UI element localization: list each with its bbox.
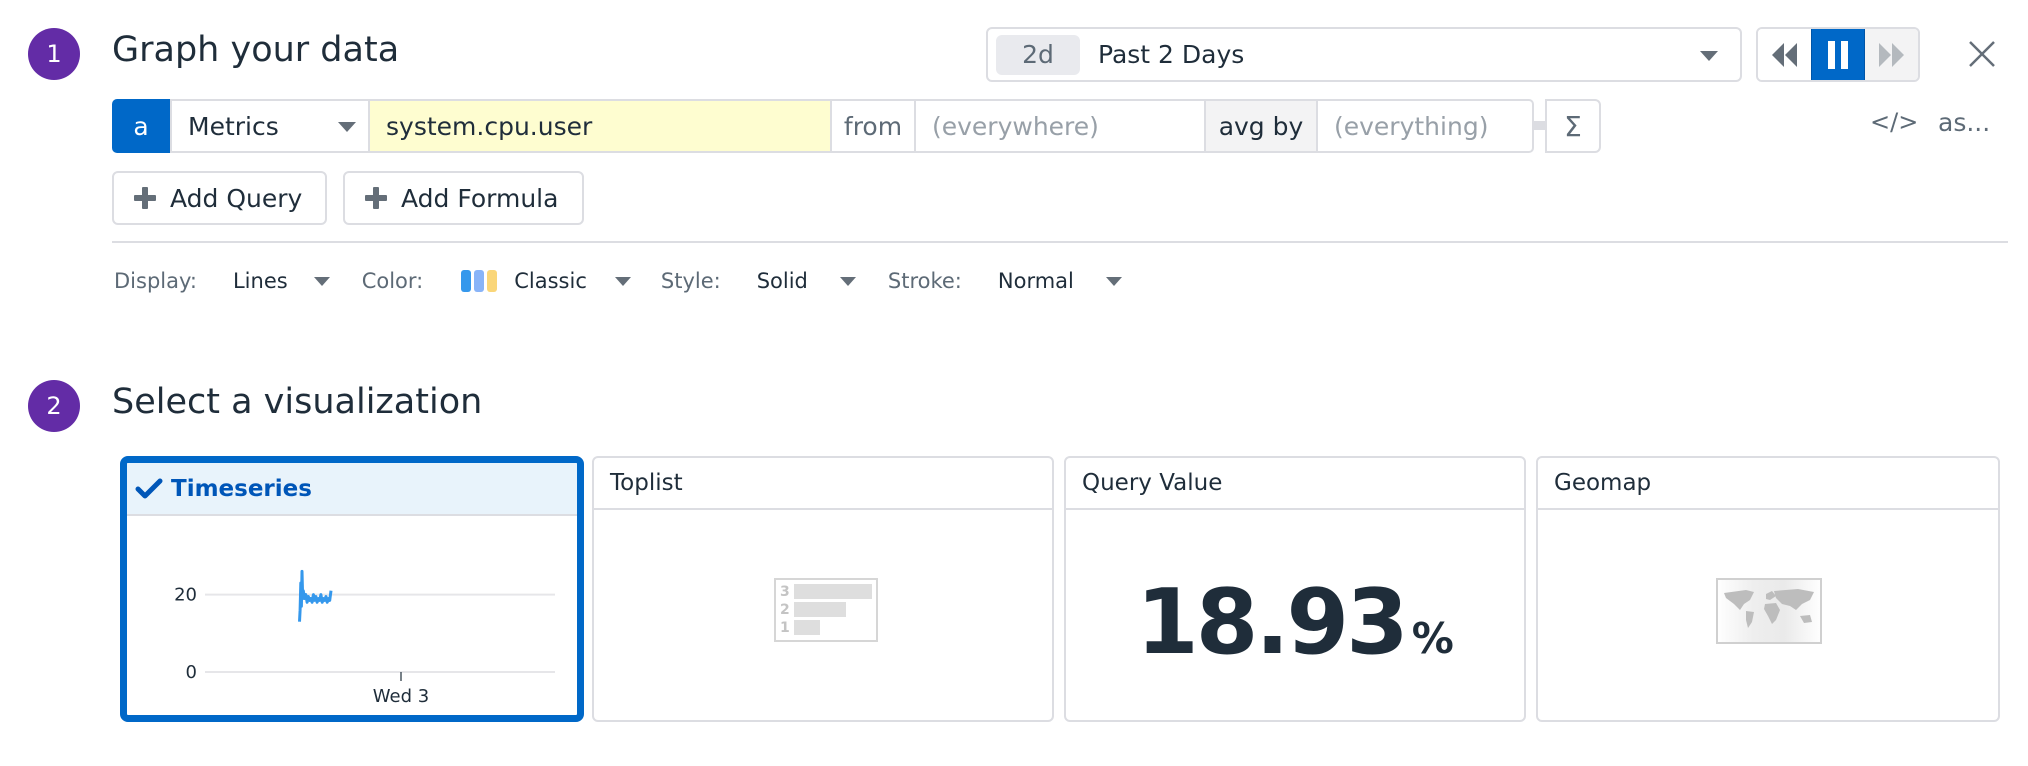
chevron-down-icon [313, 276, 330, 286]
add-query-label: Add Query [170, 183, 303, 213]
rewind-button[interactable] [1758, 29, 1812, 80]
chevron-down-icon [839, 276, 856, 286]
add-formula-button[interactable]: Add Formula [343, 171, 584, 225]
chevron-down-icon [1700, 51, 1718, 61]
data-source-select[interactable]: Metrics [170, 99, 370, 153]
display-value: Lines [232, 269, 288, 293]
palette-icon [461, 270, 500, 292]
checkmark-icon [135, 478, 163, 498]
add-query-button[interactable]: Add Query [112, 171, 327, 225]
time-range-selector[interactable]: 2d Past 2 Days [986, 27, 1742, 82]
card-title: Timeseries [171, 475, 312, 502]
pause-button[interactable] [1811, 29, 1865, 80]
function-button[interactable]: Σ [1545, 99, 1601, 153]
query-value-unit: % [1411, 614, 1454, 663]
display-select[interactable]: Lines [233, 269, 330, 293]
section-divider [112, 241, 2008, 243]
viz-card-query-value[interactable]: Query Value 18.93% [1064, 456, 1526, 722]
display-label: Display: [114, 269, 197, 293]
stroke-label: Stroke: [887, 269, 962, 293]
step-1-badge: 1 [28, 28, 80, 80]
close-button[interactable] [1962, 34, 2002, 74]
geomap-preview [1538, 510, 1998, 720]
step-2-title: Select a visualization [112, 382, 483, 422]
card-header: Toplist [594, 458, 1052, 510]
toplist-preview: 3 2 1 [594, 510, 1052, 720]
style-value: Solid [756, 269, 808, 293]
style-label: Style: [660, 269, 721, 293]
playback-controls [1756, 27, 1920, 82]
toplist-rank: 3 [780, 584, 790, 600]
sigma-icon: Σ [1564, 109, 1582, 143]
viz-card-geomap[interactable]: Geomap [1536, 456, 2000, 722]
card-title: Toplist [610, 470, 683, 496]
group-by-input[interactable]: (everything) [1318, 99, 1534, 153]
step-2-badge: 2 [28, 380, 80, 432]
time-range-label: Past 2 Days [1098, 40, 1245, 69]
toplist-bar [794, 620, 820, 635]
from-label: from [832, 99, 916, 153]
palette-swatch [487, 270, 498, 292]
step-number: 1 [46, 40, 62, 68]
toplist-icon: 3 2 1 [774, 578, 878, 642]
code-icon: </> [1870, 108, 1919, 136]
viz-card-timeseries[interactable]: Timeseries 20 0 Wed 3 [120, 456, 584, 722]
card-header: Timeseries [127, 463, 577, 516]
data-source-value: Metrics [188, 111, 279, 141]
color-select[interactable]: Classic [461, 269, 631, 293]
palette-swatch [461, 270, 472, 292]
fast-forward-icon [1879, 42, 1905, 67]
card-title: Query Value [1082, 470, 1223, 496]
timeseries-chart: 20 0 Wed 3 [174, 569, 555, 707]
query-letter[interactable]: a [112, 99, 170, 153]
plus-icon [134, 187, 156, 209]
alias-button[interactable]: as... [1938, 108, 1990, 137]
code-toggle-button[interactable]: </> [1870, 108, 1918, 136]
chevron-down-icon [1105, 276, 1122, 286]
step-number: 2 [46, 392, 62, 420]
group-by-placeholder: (everything) [1334, 111, 1489, 141]
series-line [298, 569, 333, 622]
close-icon [1969, 41, 1995, 67]
chevron-down-icon [338, 122, 356, 132]
chevron-down-icon [614, 276, 631, 286]
metric-value: system.cpu.user [386, 111, 593, 141]
fast-forward-button[interactable] [1864, 29, 1918, 80]
y-tick-label: 0 [186, 662, 197, 683]
plus-icon [365, 187, 387, 209]
card-title: Geomap [1554, 470, 1652, 496]
palette-swatch [474, 270, 485, 292]
x-tick-label: Wed 3 [373, 686, 429, 707]
viz-card-toplist[interactable]: Toplist 3 2 1 [592, 456, 1054, 722]
color-label: Color: [361, 269, 424, 293]
toplist-rank: 1 [780, 620, 790, 636]
add-formula-label: Add Formula [401, 183, 559, 213]
toplist-bar [794, 584, 872, 599]
metric-input[interactable]: system.cpu.user [370, 99, 832, 153]
timeseries-preview: 20 0 Wed 3 [127, 516, 577, 715]
scope-placeholder: (everywhere) [932, 111, 1099, 141]
step-1-title: Graph your data [112, 30, 400, 70]
toplist-bar [794, 602, 846, 617]
toplist-rank: 2 [780, 602, 790, 618]
scope-input[interactable]: (everywhere) [916, 99, 1206, 153]
style-select[interactable]: Solid [757, 269, 856, 293]
aggregator-select[interactable]: avg by [1206, 99, 1318, 153]
time-range-badge: 2d [996, 34, 1080, 75]
display-options: Display: Lines Color: Classic Style: Sol… [114, 266, 1122, 296]
rewind-icon [1771, 42, 1797, 67]
stroke-select[interactable]: Normal [998, 269, 1122, 293]
stroke-value: Normal [997, 269, 1074, 293]
query-value-preview: 18.93% [1066, 510, 1524, 720]
query-value-number: 18.93 [1136, 570, 1409, 675]
world-map-icon [1716, 578, 1822, 644]
pause-icon [1828, 40, 1848, 69]
y-tick-label: 20 [174, 585, 197, 606]
card-header: Query Value [1066, 458, 1524, 510]
card-header: Geomap [1538, 458, 1998, 510]
color-value: Classic [514, 269, 587, 293]
